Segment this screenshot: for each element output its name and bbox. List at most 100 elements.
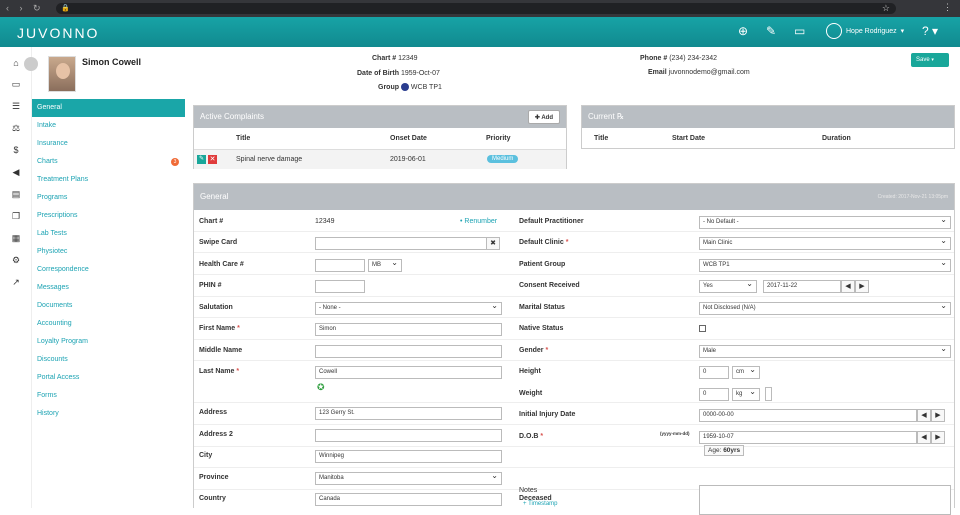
- country-input[interactable]: Canada: [315, 493, 502, 506]
- email-value: juvonnodemo@gmail.com: [668, 69, 750, 76]
- menu-history[interactable]: History: [32, 405, 185, 423]
- menu-charts[interactable]: Charts 3: [32, 153, 185, 171]
- browser-menu-icon[interactable]: ⋮: [943, 2, 952, 13]
- clear-icon[interactable]: ✖: [486, 237, 500, 250]
- save-button[interactable]: Save ▾: [911, 53, 949, 67]
- consent-date-input[interactable]: 2017-11-22: [763, 280, 841, 293]
- native-status-checkbox[interactable]: [699, 325, 706, 332]
- menu-physiotec[interactable]: Physiotec: [32, 243, 185, 261]
- dob-input[interactable]: 1959-10-07: [699, 431, 917, 444]
- contacts-icon[interactable]: ▤: [11, 189, 21, 199]
- weight-extra-box[interactable]: [765, 387, 772, 401]
- general-form: Chart # 12349 • Renumber Swipe Card ✖ He…: [194, 210, 954, 510]
- city-input[interactable]: Winnipeg: [315, 450, 502, 463]
- consent-prev-icon[interactable]: ◀: [841, 280, 855, 293]
- injury-prev-icon[interactable]: ◀: [917, 409, 931, 422]
- menu-messages[interactable]: Messages: [32, 279, 185, 297]
- province-select[interactable]: Manitoba: [315, 472, 502, 485]
- help-icon[interactable]: ? ▾: [922, 24, 938, 38]
- home-icon[interactable]: ⌂: [11, 58, 21, 68]
- col-onset: Onset Date: [390, 135, 427, 142]
- menu-loyalty-program[interactable]: Loyalty Program: [32, 333, 185, 351]
- monitor-icon[interactable]: ▭: [11, 79, 21, 89]
- menu-intake[interactable]: Intake: [32, 117, 185, 135]
- phone-value: (234) 234-2342: [669, 55, 718, 62]
- last-name-input[interactable]: Cowell: [315, 366, 502, 379]
- user-menu[interactable]: Hope Rodriguez ▾: [826, 23, 904, 39]
- renumber-link[interactable]: • Renumber: [460, 218, 497, 225]
- dob-next-icon[interactable]: ▶: [931, 431, 945, 444]
- browser-nav-icons[interactable]: ‹ › ↻: [6, 3, 45, 14]
- delete-icon[interactable]: ✕: [208, 155, 217, 164]
- menu-forms[interactable]: Forms: [32, 387, 185, 405]
- list-icon[interactable]: ☰: [11, 101, 21, 111]
- dob-value: 1959-Oct-07: [400, 70, 440, 77]
- menu-general[interactable]: General: [32, 99, 185, 117]
- gear-icon[interactable]: ⚙: [11, 255, 21, 265]
- dob-prev-icon[interactable]: ◀: [917, 431, 931, 444]
- collapse-button[interactable]: [24, 57, 38, 71]
- country-label: Country: [199, 495, 226, 502]
- pencil-icon[interactable]: ✎: [766, 24, 776, 38]
- app-logo: JUVONNO: [17, 25, 100, 41]
- age-display: Age: 60yrs: [704, 445, 745, 456]
- weight-input[interactable]: 0: [699, 388, 729, 401]
- health-care-input[interactable]: [315, 259, 365, 272]
- province-code-select[interactable]: MB: [368, 259, 402, 272]
- default-clinic-label: Default Clinic *: [519, 239, 569, 246]
- menu-correspondence[interactable]: Correspondence: [32, 261, 185, 279]
- add-complaint-button[interactable]: ✚ Add: [527, 110, 560, 124]
- swipe-card-input[interactable]: [315, 237, 487, 250]
- menu-portal-access[interactable]: Portal Access: [32, 369, 185, 387]
- marital-status-select[interactable]: Not Disclosed (N/A): [699, 302, 951, 315]
- address2-input[interactable]: [315, 429, 502, 442]
- col-priority: Priority: [486, 135, 511, 142]
- menu-programs[interactable]: Programs: [32, 189, 185, 207]
- add-circle-icon[interactable]: ⊕: [738, 24, 748, 38]
- weight-label: Weight: [519, 390, 543, 397]
- icon-rail: ⌂ ▭ ☰ ⚖ $ ◀ ▤ ❐ ▦ ⚙ ↗: [0, 47, 32, 508]
- general-header: General Created: 2017-Nov-21 13:05pm: [194, 184, 954, 210]
- patient-photo: [48, 56, 76, 92]
- menu-documents[interactable]: Documents: [32, 297, 185, 315]
- weight-unit-select[interactable]: kg: [732, 388, 760, 401]
- menu-accounting[interactable]: Accounting: [32, 315, 185, 333]
- menu-treatment-plans[interactable]: Treatment Plans: [32, 171, 185, 189]
- address2-label: Address 2: [199, 431, 233, 438]
- address-bar[interactable]: 🔒 ☆: [56, 3, 896, 14]
- default-clinic-select[interactable]: Main Clinic: [699, 237, 951, 250]
- chat-icon[interactable]: ▭: [794, 24, 805, 38]
- dollar-icon[interactable]: $: [11, 145, 21, 155]
- height-unit-select[interactable]: cm: [732, 366, 760, 379]
- star-icon[interactable]: ☆: [882, 3, 890, 14]
- notes-textarea[interactable]: [699, 485, 951, 515]
- address-input[interactable]: 123 Gerry St.: [315, 407, 502, 420]
- height-label: Height: [519, 368, 541, 375]
- phin-input[interactable]: [315, 280, 365, 293]
- megaphone-icon[interactable]: ◀: [11, 167, 21, 177]
- default-practitioner-select[interactable]: - No Default -: [699, 216, 951, 229]
- injury-next-icon[interactable]: ▶: [931, 409, 945, 422]
- report-icon[interactable]: ▦: [11, 233, 21, 243]
- swipe-card-label: Swipe Card: [199, 239, 238, 246]
- complaint-onset: 2019-06-01: [390, 156, 426, 163]
- consent-select[interactable]: Yes: [699, 280, 757, 293]
- menu-prescriptions[interactable]: Prescriptions: [32, 207, 185, 225]
- consent-next-icon[interactable]: ▶: [855, 280, 869, 293]
- middle-name-input[interactable]: [315, 345, 502, 358]
- timestamp-link[interactable]: + Timestamp: [523, 501, 558, 507]
- menu-lab-tests[interactable]: Lab Tests: [32, 225, 185, 243]
- cart-icon[interactable]: ⚖: [11, 123, 21, 133]
- injury-date-input[interactable]: 0000-00-00: [699, 409, 917, 422]
- salutation-select[interactable]: - None -: [315, 302, 502, 315]
- gender-select[interactable]: Male: [699, 345, 951, 358]
- edit-icon[interactable]: ✎: [197, 155, 206, 164]
- height-input[interactable]: 0: [699, 366, 729, 379]
- menu-discounts[interactable]: Discounts: [32, 351, 185, 369]
- lookup-icon[interactable]: ✪: [317, 382, 325, 393]
- menu-insurance[interactable]: Insurance: [32, 135, 185, 153]
- copy-icon[interactable]: ❐: [11, 211, 21, 221]
- patient-group-select[interactable]: WCB TP1: [699, 259, 951, 272]
- first-name-input[interactable]: Simon: [315, 323, 502, 336]
- export-icon[interactable]: ↗: [11, 277, 21, 287]
